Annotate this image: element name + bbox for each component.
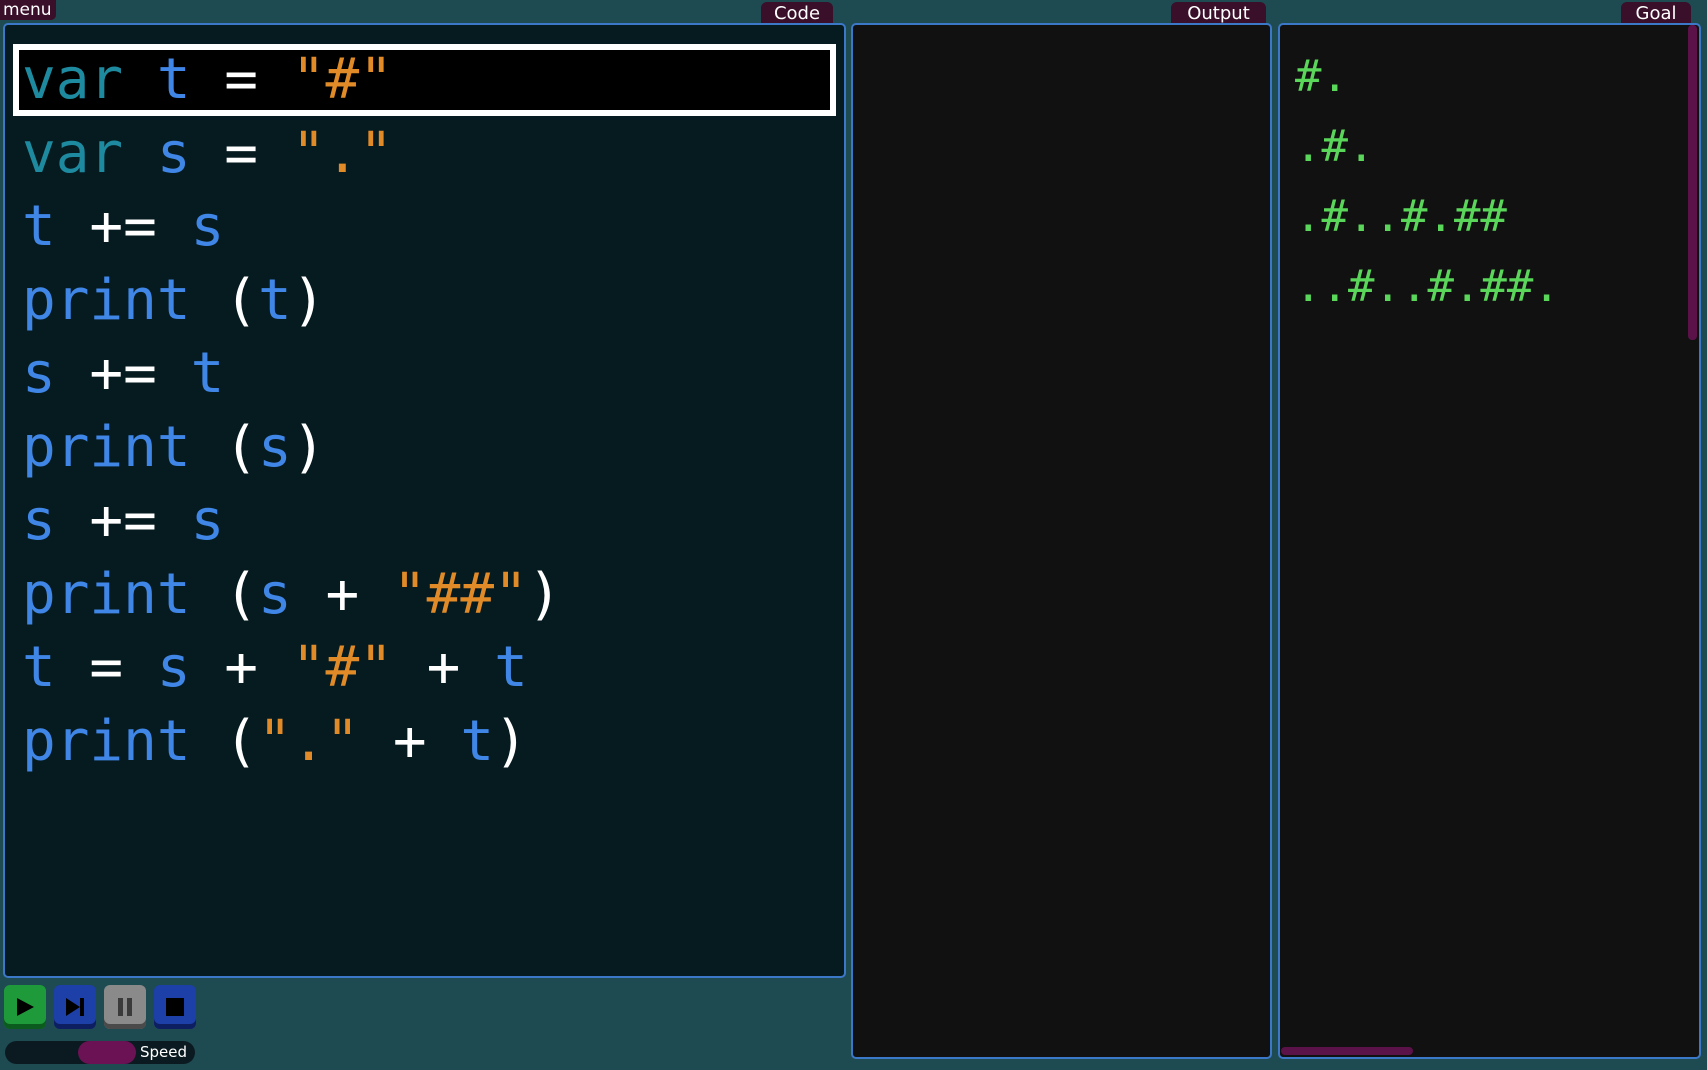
code-line[interactable]: print (s + "##") (22, 555, 561, 635)
output-console (851, 23, 1272, 1059)
code-line[interactable]: s += t (22, 334, 224, 414)
stop-icon (166, 998, 184, 1016)
code-line[interactable]: s += s (22, 481, 224, 561)
code-token: print (22, 267, 191, 333)
speed-slider-knob[interactable] (78, 1041, 136, 1064)
code-token: t (22, 194, 56, 259)
code-token: + (392, 635, 495, 700)
code-token: ) (527, 561, 562, 627)
goal-line: #. (1295, 51, 1348, 102)
code-token: s (258, 561, 292, 627)
code-line[interactable]: print ("." + t) (22, 702, 528, 782)
code-token: print (22, 561, 191, 627)
code-token: += (55, 488, 191, 553)
output-panel-tab: Output (1171, 2, 1266, 25)
code-token: = (55, 635, 157, 700)
goal-line: ..#..#.##. (1295, 261, 1560, 312)
code-token: print (22, 708, 191, 774)
code-token: t (156, 47, 191, 112)
code-token: "." (291, 120, 393, 186)
code-token: + (359, 708, 461, 774)
code-token: += (55, 341, 191, 406)
code-token: s (258, 414, 292, 480)
code-line[interactable]: print (s) (22, 408, 325, 488)
code-token: var (22, 47, 124, 112)
code-token: s (156, 120, 191, 186)
code-token: print (22, 414, 191, 480)
code-token: s (22, 488, 56, 553)
code-token: ( (190, 414, 259, 480)
code-line[interactable]: t = s + "#" + t (22, 628, 528, 708)
code-token: t (258, 267, 292, 333)
code-token: t (22, 635, 56, 700)
run-button[interactable] (4, 985, 46, 1029)
code-token: += (55, 194, 191, 259)
play-icon (17, 998, 34, 1016)
code-token: = (190, 47, 292, 112)
code-token: ) (291, 414, 326, 480)
speed-slider[interactable]: Speed (5, 1041, 195, 1064)
code-line[interactable]: t += s (22, 187, 224, 267)
code-token: = (190, 120, 292, 186)
speed-label: Speed (139, 1043, 187, 1061)
menu-button[interactable]: menu (0, 0, 56, 20)
code-line[interactable]: var t = "#" (22, 40, 393, 120)
goal-horizontal-scrollbar[interactable] (1281, 1047, 1413, 1055)
code-token: ( (190, 267, 259, 333)
app-window: menu Code Output Goal var t = "#" var s =… (0, 0, 1707, 1070)
code-line[interactable]: print (t) (22, 261, 325, 341)
pause-button[interactable] (104, 985, 146, 1029)
code-token: ( (190, 561, 259, 627)
code-token: + (291, 561, 393, 627)
code-panel-tab: Code (761, 2, 833, 25)
code-token: ( (190, 708, 259, 774)
code-token: "#" (291, 47, 393, 112)
goal-line: .#. (1295, 121, 1375, 172)
code-token: s (156, 635, 191, 700)
code-token: "##" (392, 561, 528, 627)
code-editor[interactable]: var t = "#" var s = "." t += s print (t) s +… (3, 23, 846, 978)
goal-display: #. .#. .#..#.## ..#..#.##. (1278, 23, 1701, 1059)
code-token: ) (291, 267, 326, 333)
stop-button[interactable] (154, 985, 196, 1029)
code-token: var (22, 120, 124, 186)
code-token: s (22, 341, 56, 406)
code-token: s (190, 488, 225, 553)
code-token: s (190, 194, 225, 259)
step-button[interactable] (54, 985, 96, 1029)
code-token: t (190, 341, 225, 406)
goal-panel-tab: Goal (1621, 2, 1691, 25)
goal-vertical-scrollbar[interactable] (1688, 25, 1697, 340)
code-token: t (494, 635, 528, 700)
pause-icon (118, 998, 132, 1016)
goal-line: .#..#.## (1295, 191, 1507, 242)
code-token: ) (494, 708, 528, 774)
code-line[interactable]: var s = "." (22, 114, 393, 194)
step-forward-icon (66, 998, 84, 1016)
code-token: "." (258, 708, 360, 774)
code-token: + (190, 635, 292, 700)
code-token: t (460, 708, 495, 774)
code-token: "#" (291, 635, 393, 700)
